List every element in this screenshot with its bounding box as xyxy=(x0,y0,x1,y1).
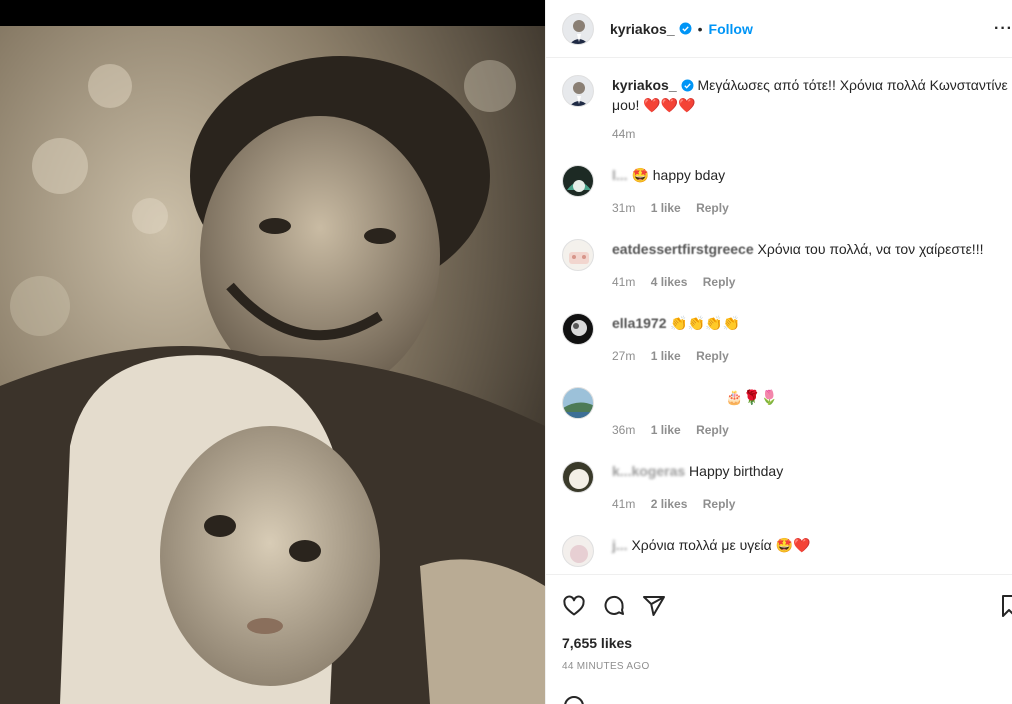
reply-button[interactable]: Reply xyxy=(696,201,729,215)
post-timestamp[interactable]: 44 MINUTES AGO xyxy=(562,661,650,672)
comment-username[interactable]: k...kogeras xyxy=(612,463,685,479)
comment-body: k...kogeras Happy birthday xyxy=(612,461,1012,481)
comment-time[interactable]: 41m xyxy=(612,275,635,289)
comment-username[interactable]: eatdessertfirstgreece xyxy=(612,241,754,257)
comment-likes[interactable]: 1 like xyxy=(651,349,681,363)
caption-avatar[interactable] xyxy=(562,75,594,107)
post-photo xyxy=(0,26,545,704)
verified-badge-icon xyxy=(679,22,692,35)
post-photo-pane xyxy=(0,0,545,704)
comment-text: 🎂🌹🌷 xyxy=(725,389,779,405)
comment-text: Happy birthday xyxy=(689,463,784,479)
comment-body: 🎂🌹🌷 xyxy=(612,387,1012,407)
comment-time[interactable]: 36m xyxy=(612,423,635,437)
reply-button[interactable]: Reply xyxy=(696,423,729,437)
action-icons xyxy=(562,594,666,618)
comments-list[interactable]: kyriakos_ Μεγάλωσες από τότε!! Χρόνια πο… xyxy=(546,59,1012,573)
post-actions: 7,655 likes 44 MINUTES AGO xyxy=(546,574,1012,672)
comment-username[interactable]: j... xyxy=(612,537,628,553)
heart-icon[interactable] xyxy=(562,594,586,618)
caption-username[interactable]: kyriakos_ xyxy=(612,77,677,93)
comment-time[interactable]: 41m xyxy=(612,497,635,511)
comment-meta: 27m 1 like Reply xyxy=(612,349,741,363)
comment-avatar[interactable] xyxy=(562,387,594,419)
comment-body: l... 🤩 happy bday xyxy=(612,165,1012,185)
comment-meta: 41m 2 likes Reply xyxy=(612,497,747,511)
comment-avatar[interactable] xyxy=(562,239,594,271)
post-header: kyriakos_ • Follow ··· xyxy=(546,0,1012,58)
caption-meta: 44m xyxy=(612,127,647,141)
author-username[interactable]: kyriakos_ xyxy=(610,21,675,37)
likes-count[interactable]: 7,655 likes xyxy=(562,635,632,651)
caption-time[interactable]: 44m xyxy=(612,127,635,141)
comment-likes[interactable]: 1 like xyxy=(651,423,681,437)
caption-body: kyriakos_ Μεγάλωσες από τότε!! Χρόνια πο… xyxy=(612,75,1012,115)
comment-text: 🤩 happy bday xyxy=(631,167,726,183)
comment-likes[interactable]: 2 likes xyxy=(651,497,688,511)
comment-body: ella1972 👏👏👏👏 xyxy=(612,313,1012,333)
comment-body: j... Χρόνια πολλά με υγεία 🤩❤️ xyxy=(612,535,1012,555)
comment-avatar[interactable] xyxy=(562,461,594,493)
verified-badge-icon xyxy=(681,79,694,92)
comment-text: Χρόνια του πολλά, να τον χαίρεστε!!! xyxy=(757,241,984,257)
comment-icon[interactable] xyxy=(602,594,626,618)
comment-time[interactable]: 31m xyxy=(612,201,635,215)
post-side-panel: kyriakos_ • Follow ··· kyriakos_ Μεγάλωσ… xyxy=(545,0,1012,704)
reply-button[interactable]: Reply xyxy=(703,275,736,289)
comment-meta: 31m 1 like Reply xyxy=(612,201,741,215)
comment-meta: 36m 1 like Reply xyxy=(612,423,741,437)
comment-meta: 41m 4 likes Reply xyxy=(612,275,747,289)
comment-text: Χρόνια πολλά με υγεία 🤩❤️ xyxy=(631,537,811,553)
bookmark-icon[interactable] xyxy=(1001,594,1012,618)
more-options-icon[interactable]: ··· xyxy=(994,20,1012,38)
comment-body: eatdessertfirstgreece Χρόνια του πολλά, … xyxy=(612,239,1012,259)
comment-avatar[interactable] xyxy=(562,313,594,345)
reply-button[interactable]: Reply xyxy=(696,349,729,363)
header-separator: • xyxy=(697,20,703,37)
comment-avatar[interactable] xyxy=(562,535,594,567)
author-avatar[interactable] xyxy=(562,12,594,45)
comment-username[interactable]: ella1972 xyxy=(612,315,667,331)
comment-time[interactable]: 27m xyxy=(612,349,635,363)
caption-emoji: ❤️❤️❤️ xyxy=(643,97,696,113)
comment-likes[interactable]: 4 likes xyxy=(651,275,688,289)
share-icon[interactable] xyxy=(642,594,666,618)
reply-button[interactable]: Reply xyxy=(703,497,736,511)
comment-username[interactable]: l... xyxy=(612,167,628,183)
follow-button[interactable]: Follow xyxy=(709,21,753,37)
comment-text: 👏👏👏👏 xyxy=(670,315,741,331)
comment-avatar[interactable] xyxy=(562,165,594,197)
emoji-icon[interactable] xyxy=(564,696,584,704)
comment-likes[interactable]: 1 like xyxy=(651,201,681,215)
